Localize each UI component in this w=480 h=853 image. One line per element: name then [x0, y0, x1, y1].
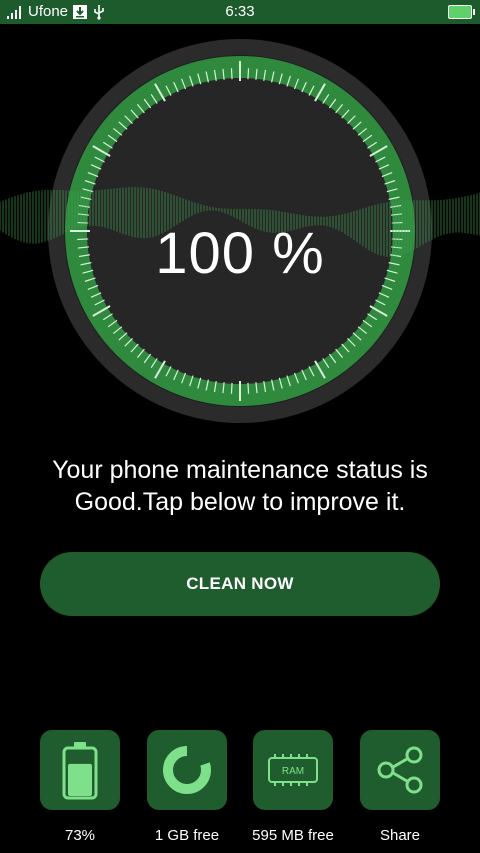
ram-tool[interactable]: RAM 595 MB free	[252, 730, 334, 844]
storage-tool[interactable]: 1 GB free	[147, 730, 227, 844]
battery-tool[interactable]: 73%	[40, 730, 120, 844]
battery-charging-icon	[448, 5, 475, 19]
maintenance-gauge: 100 %	[0, 24, 480, 444]
maintenance-message: Your phone maintenance status is Good.Ta…	[52, 456, 428, 516]
clock: 6:33	[225, 3, 255, 20]
share-icon	[377, 746, 423, 794]
gauge-tick	[247, 68, 250, 80]
battery-status	[448, 5, 475, 19]
battery-icon	[62, 742, 98, 800]
gauge-tick	[247, 382, 250, 394]
ram-label: 595 MB free	[252, 827, 334, 844]
clean-now-button[interactable]: CLEAN NOW	[40, 552, 440, 616]
share-tile[interactable]	[360, 730, 440, 810]
storage-ring-icon	[163, 745, 211, 794]
ram-chip-text: RAM	[282, 766, 304, 777]
battery-tile[interactable]	[40, 730, 120, 810]
maintenance-percent: 100 %	[155, 221, 325, 286]
ram-tile[interactable]: RAM	[253, 730, 333, 810]
status-bar: Ufone 6:33	[0, 0, 480, 24]
storage-tile[interactable]	[147, 730, 227, 810]
share-tool[interactable]: Share	[360, 730, 440, 844]
tools-row: 73% 1 GB free RAM 595 MB free Share	[0, 730, 480, 853]
gauge-tick	[230, 382, 233, 394]
gauge-tick	[230, 68, 233, 80]
ram-chip-icon: RAM	[268, 754, 318, 786]
battery-label: 73%	[64, 827, 96, 844]
storage-label: 1 GB free	[154, 827, 220, 844]
share-label: Share	[379, 827, 421, 844]
